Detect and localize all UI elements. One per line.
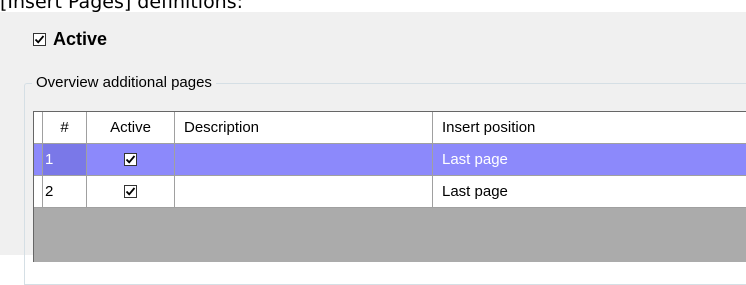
table-row[interactable]: 1 Last page bbox=[34, 144, 746, 176]
row-insert-position[interactable]: Last page bbox=[433, 144, 746, 176]
row-active-cell[interactable] bbox=[87, 176, 175, 208]
column-header-active[interactable]: Active bbox=[87, 112, 175, 144]
row-header[interactable] bbox=[34, 144, 43, 176]
checkmark-icon bbox=[125, 187, 136, 196]
checkmark-icon bbox=[34, 34, 45, 44]
row-number: 1 bbox=[43, 144, 87, 176]
row-number: 2 bbox=[43, 176, 87, 208]
checkmark-icon bbox=[125, 155, 136, 164]
row-active-checkbox[interactable] bbox=[124, 153, 137, 166]
row-header[interactable] bbox=[34, 176, 43, 208]
column-header-insert-position[interactable]: Insert position bbox=[433, 112, 746, 144]
active-label: Active bbox=[53, 28, 108, 49]
column-header-description[interactable]: Description bbox=[175, 112, 433, 144]
row-insert-position[interactable]: Last page bbox=[433, 176, 746, 208]
active-toggle[interactable]: Active bbox=[33, 28, 107, 50]
row-description[interactable] bbox=[175, 176, 433, 208]
grid-header-row: # Active Description Insert position bbox=[34, 112, 746, 144]
groupbox-title: Overview additional pages bbox=[32, 74, 216, 91]
row-description[interactable] bbox=[175, 144, 433, 176]
column-header-number[interactable]: # bbox=[43, 112, 87, 144]
additional-pages-grid[interactable]: # Active Description Insert position 1 L… bbox=[33, 111, 746, 262]
row-active-checkbox[interactable] bbox=[124, 185, 137, 198]
active-checkbox[interactable] bbox=[33, 32, 46, 46]
table-row[interactable]: 2 Last page bbox=[34, 176, 746, 208]
row-header-corner bbox=[34, 112, 43, 144]
row-active-cell[interactable] bbox=[87, 144, 175, 176]
